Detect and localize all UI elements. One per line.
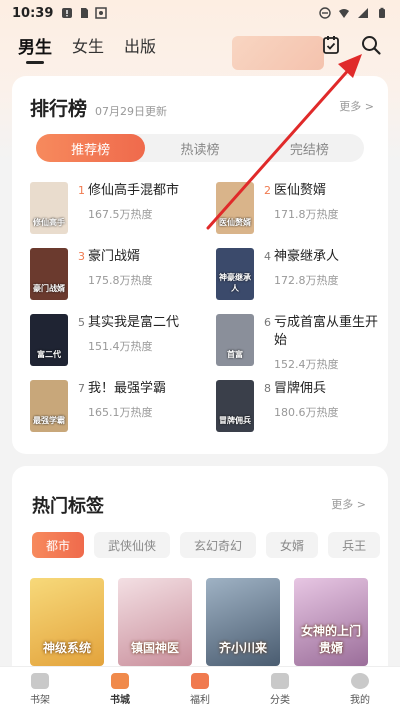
book-cover[interactable]: 豪门战婿 bbox=[30, 248, 68, 300]
book-cover[interactable]: 富二代 bbox=[30, 314, 68, 366]
book-cover[interactable]: 冒牌佣兵 bbox=[216, 380, 254, 432]
book-cover[interactable]: 修仙高手 bbox=[30, 182, 68, 234]
tab-publish[interactable]: 出版 bbox=[124, 33, 156, 57]
tag-book-cover-1[interactable]: 神级系统 bbox=[30, 578, 104, 666]
ranking-book-5[interactable]: 富二代 5 其实我是富二代 151.4万热度 bbox=[30, 314, 200, 366]
book-title: 其实我是富二代 bbox=[88, 315, 180, 330]
ranking-header: 排行榜 07月29日更新 bbox=[30, 94, 167, 121]
book-cover[interactable]: 神豪继承人 bbox=[216, 248, 254, 300]
tab-hot-read[interactable]: 热读榜 bbox=[145, 134, 254, 162]
book-heat: 180.6万热度 bbox=[274, 406, 339, 419]
home-icon bbox=[111, 673, 129, 689]
book-title: 豪门战婿 bbox=[88, 249, 141, 264]
hot-tags-title: 热门标签 bbox=[32, 496, 104, 517]
book-title: 医仙赘婿 bbox=[274, 183, 327, 198]
ranking-updated: 07月29日更新 bbox=[95, 105, 168, 118]
tag-book-cover-4[interactable]: 女神的上门贵婿 bbox=[294, 578, 368, 666]
tag-book-cover-2[interactable]: 镇国神医 bbox=[118, 578, 192, 666]
nav-label: 我的 bbox=[350, 695, 370, 706]
ranking-title: 排行榜 bbox=[30, 98, 88, 120]
ranking-book-4[interactable]: 神豪继承人 4 神豪继承人 172.8万热度 bbox=[216, 248, 386, 300]
hot-tags-more-link[interactable]: 更多 > bbox=[331, 496, 366, 512]
book-heat: 152.4万热度 bbox=[274, 358, 339, 371]
gift-icon bbox=[191, 673, 209, 689]
ranking-book-3[interactable]: 豪门战婿 3 豪门战婿 175.8万热度 bbox=[30, 248, 200, 300]
rank-number: 5 bbox=[78, 316, 85, 329]
tab-completed[interactable]: 完结榜 bbox=[255, 134, 364, 162]
book-cover[interactable]: 首富 bbox=[216, 314, 254, 366]
dnd-icon bbox=[319, 7, 331, 19]
tag-chip-wuxia[interactable]: 武侠仙侠 bbox=[94, 532, 171, 558]
book-title: 冒牌佣兵 bbox=[274, 381, 327, 396]
book-heat: 151.4万热度 bbox=[88, 340, 153, 353]
sim-icon bbox=[81, 8, 89, 18]
rank-number: 2 bbox=[264, 184, 271, 197]
status-time: 10:39 bbox=[12, 5, 54, 21]
book-title: 我！最强学霸 bbox=[88, 381, 167, 396]
status-bar: 10:39 bbox=[0, 0, 400, 26]
ranking-book-2[interactable]: 医仙赘婿 2 医仙赘婿 171.8万热度 bbox=[216, 182, 386, 234]
nav-mine[interactable]: 我的 bbox=[320, 667, 400, 712]
battery-icon bbox=[379, 7, 385, 18]
alert-icon bbox=[62, 8, 73, 18]
rank-number: 6 bbox=[264, 316, 271, 329]
nav-bookshelf[interactable]: 书架 bbox=[0, 667, 80, 712]
nav-label: 福利 bbox=[190, 695, 210, 706]
nav-label: 分类 bbox=[270, 695, 290, 706]
nav-bookstore[interactable]: 书城 bbox=[80, 667, 160, 712]
nav-category[interactable]: 分类 bbox=[240, 667, 320, 712]
nav-label: 书架 bbox=[30, 695, 50, 706]
tag-chip-soldier-king[interactable]: 兵王 bbox=[328, 532, 381, 558]
tag-chip-urban[interactable]: 都市 bbox=[32, 532, 85, 558]
book-cover[interactable]: 医仙赘婿 bbox=[216, 182, 254, 234]
ranking-tabs: 推荐榜 热读榜 完结榜 bbox=[36, 134, 364, 162]
tag-chip-fantasy[interactable]: 玄幻奇幻 bbox=[180, 532, 257, 558]
nav-label: 书城 bbox=[110, 695, 130, 706]
signal-icon bbox=[358, 8, 368, 18]
tab-recommend[interactable]: 推荐榜 bbox=[36, 134, 146, 162]
screenshot-icon bbox=[95, 7, 108, 19]
rank-number: 4 bbox=[264, 250, 271, 263]
book-heat: 172.8万热度 bbox=[274, 274, 339, 287]
category-icon bbox=[271, 673, 289, 689]
rank-number: 1 bbox=[78, 184, 85, 197]
book-title: 神豪继承人 bbox=[274, 249, 340, 264]
top-header: 男生 女生 出版 bbox=[0, 28, 400, 62]
book-cover[interactable]: 最强学霸 bbox=[30, 380, 68, 432]
ranking-book-6[interactable]: 首富 6 亏成首富从重生开始 152.4万热度 bbox=[216, 314, 386, 371]
nav-welfare[interactable]: 福利 bbox=[160, 667, 240, 712]
tag-book-cover-3[interactable]: 齐小川来 bbox=[206, 578, 280, 666]
ranking-card: 排行榜 07月29日更新 更多 > 推荐榜 热读榜 完结榜 修仙高手 1 修仙高… bbox=[12, 76, 388, 454]
ranking-book-7[interactable]: 最强学霸 7 我！最强学霸 165.1万热度 bbox=[30, 380, 200, 432]
tab-female[interactable]: 女生 bbox=[72, 33, 104, 57]
tag-chips: 都市 武侠仙侠 玄幻奇幻 女婿 兵王 bbox=[32, 532, 388, 558]
tab-male[interactable]: 男生 bbox=[18, 33, 52, 58]
checkin-icon[interactable] bbox=[320, 34, 342, 56]
rank-number: 8 bbox=[264, 382, 271, 395]
book-heat: 165.1万热度 bbox=[88, 406, 153, 419]
book-heat: 175.8万热度 bbox=[88, 274, 153, 287]
profile-icon bbox=[351, 673, 369, 689]
book-heat: 167.5万热度 bbox=[88, 208, 153, 221]
book-title: 修仙高手混都市 bbox=[88, 183, 180, 198]
tag-chip-son-in-law[interactable]: 女婿 bbox=[266, 532, 319, 558]
bookshelf-icon bbox=[31, 673, 49, 689]
rank-number: 7 bbox=[78, 382, 85, 395]
ranking-more-link[interactable]: 更多 > bbox=[339, 98, 374, 114]
book-title: 亏成首富从重生开始 bbox=[274, 315, 379, 348]
book-heat: 171.8万热度 bbox=[274, 208, 339, 221]
wifi-icon bbox=[339, 9, 349, 18]
rank-number: 3 bbox=[78, 250, 85, 263]
ranking-book-1[interactable]: 修仙高手 1 修仙高手混都市 167.5万热度 bbox=[30, 182, 200, 234]
ranking-book-8[interactable]: 冒牌佣兵 8 冒牌佣兵 180.6万热度 bbox=[216, 380, 386, 432]
bottom-nav: 书架 书城 福利 分类 我的 bbox=[0, 666, 400, 712]
search-icon[interactable] bbox=[360, 34, 382, 56]
